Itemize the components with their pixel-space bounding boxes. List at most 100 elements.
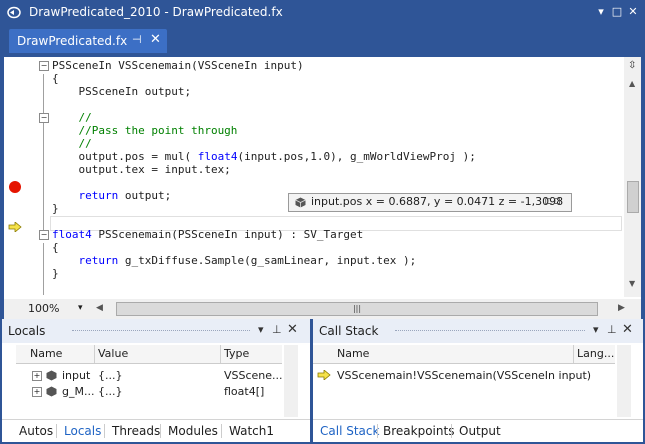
column-name[interactable]: Name xyxy=(337,347,369,360)
current-frame-arrow-icon xyxy=(317,370,331,380)
pin-icon[interactable]: ⊥ xyxy=(607,323,617,336)
drag-grip[interactable] xyxy=(395,330,585,331)
tab-divider xyxy=(377,424,378,438)
tab-threads[interactable]: Threads xyxy=(112,424,160,438)
indicator-margin[interactable] xyxy=(4,57,28,297)
tab-divider xyxy=(104,424,105,438)
local-type: float4[] xyxy=(224,385,265,398)
scroll-up-icon[interactable]: ▲ xyxy=(629,79,635,88)
tab-breakpoints[interactable]: Breakpoints xyxy=(383,424,454,438)
code-line: //Pass the point through xyxy=(52,124,238,137)
callstack-pane: Call Stack ▾ ⊥ ✕ Name Lang... VSScenemai… xyxy=(313,319,643,442)
close-icon[interactable]: ✕ xyxy=(622,322,633,337)
locals-column-header: Name Value Type xyxy=(16,345,282,364)
tab-divider xyxy=(160,424,161,438)
close-icon[interactable]: ✕ xyxy=(287,322,298,337)
code-line: float4 PSScenemain(PSSceneIn input) : SV… xyxy=(52,228,364,241)
close-window-button[interactable]: ✕ xyxy=(625,4,641,20)
column-divider[interactable] xyxy=(94,345,95,363)
code-line: return output; xyxy=(78,189,172,202)
callstack-tabstrip: Call Stack Breakpoints Output xyxy=(313,419,643,442)
document-well: DrawPredicated.fx ⊣ ✕ − − − PSSceneIn VS… xyxy=(1,25,644,319)
breakpoint-icon[interactable] xyxy=(9,181,21,193)
callstack-title: Call Stack xyxy=(319,324,379,338)
code-line: } xyxy=(52,202,59,215)
pin-icon[interactable]: ⊥ xyxy=(272,323,282,336)
chevron-down-icon[interactable]: ▾ xyxy=(78,303,83,313)
code-line: // xyxy=(52,111,92,124)
vertical-scrollbar[interactable] xyxy=(284,345,298,417)
expand-icon[interactable]: + xyxy=(32,371,42,381)
local-value: {...} xyxy=(98,369,123,382)
window-menu-button[interactable]: ▾ xyxy=(593,4,609,20)
chevron-down-icon[interactable]: ▾ xyxy=(258,323,264,336)
tab-autos[interactable]: Autos xyxy=(19,424,53,438)
editor-footer: 100% ▾ ◀ ||| ▶ xyxy=(4,299,641,319)
vertical-scrollbar[interactable]: ⇳ ▲ ▼ xyxy=(624,57,641,297)
local-name: g_M... xyxy=(62,385,95,398)
code-line: PSSceneIn output; xyxy=(52,85,192,98)
datatip-text: input.pos x = 0.6887, y = 0.0471 z = -1,… xyxy=(311,195,564,208)
code-editor[interactable]: − − − PSSceneIn VSScenemain(VSSceneIn in… xyxy=(4,57,641,319)
scroll-left-icon[interactable]: ◀ xyxy=(96,303,103,313)
window-title: DrawPredicated_2010 - DrawPredicated.fx xyxy=(29,5,283,19)
horizontal-scroll-thumb[interactable]: ||| xyxy=(116,302,598,316)
column-name[interactable]: Name xyxy=(30,347,62,360)
close-icon[interactable]: ✕ xyxy=(150,32,161,47)
locals-pane: Locals ▾ ⊥ ✕ Name Value Type + input {..… xyxy=(2,319,310,442)
expand-icon[interactable]: + xyxy=(32,387,42,397)
fold-guide xyxy=(43,243,44,295)
tab-watch1[interactable]: Watch1 xyxy=(229,424,274,438)
pin-icon[interactable]: ⊣ xyxy=(132,33,142,46)
table-row[interactable]: VSScenemain!VSScenemain(VSSceneIn input) xyxy=(313,369,615,384)
vs-icon xyxy=(7,6,21,19)
document-tab-label: DrawPredicated.fx xyxy=(17,34,128,48)
chevron-down-icon[interactable]: ▾ xyxy=(593,323,599,336)
locals-tabstrip: Autos Locals Threads Modules Watch1 xyxy=(2,419,310,442)
collapse-icon[interactable]: − xyxy=(39,61,49,71)
column-language[interactable]: Lang... xyxy=(577,347,614,360)
split-icon[interactable]: ⇳ xyxy=(628,60,636,71)
column-value[interactable]: Value xyxy=(98,347,128,360)
current-statement-arrow-icon xyxy=(8,222,22,232)
tab-locals[interactable]: Locals xyxy=(64,424,101,438)
scroll-right-icon[interactable]: ▶ xyxy=(618,303,625,313)
locals-header: Locals ▾ ⊥ ✕ xyxy=(2,319,310,343)
tab-call-stack[interactable]: Call Stack xyxy=(320,424,379,438)
table-row[interactable]: + input {...} VSScene... xyxy=(16,369,283,384)
code-line: output.pos = mul( float4(input.pos,1.0),… xyxy=(52,150,476,163)
vertical-scrollbar[interactable] xyxy=(617,345,631,417)
column-type[interactable]: Type xyxy=(224,347,249,360)
object-cube-icon xyxy=(46,386,57,397)
scroll-thumb[interactable] xyxy=(627,181,639,213)
zoom-level[interactable]: 100% xyxy=(28,302,59,315)
collapse-icon[interactable]: − xyxy=(39,230,49,240)
code-line: PSSceneIn VSScenemain(VSSceneIn input) xyxy=(52,59,304,72)
local-name: input xyxy=(62,369,91,382)
local-value: {...} xyxy=(98,385,123,398)
frame-name: VSScenemain!VSScenemain(VSSceneIn input) xyxy=(337,369,592,382)
ide-window: DrawPredicated_2010 - DrawPredicated.fx … xyxy=(0,0,645,444)
callstack-header: Call Stack ▾ ⊥ ✕ xyxy=(313,319,643,343)
maximize-button[interactable]: □ xyxy=(609,4,625,20)
tab-modules[interactable]: Modules xyxy=(168,424,218,438)
scroll-down-icon[interactable]: ▼ xyxy=(629,279,635,288)
code-line: output.tex = input.tex; xyxy=(52,163,231,176)
code-line: { xyxy=(52,72,59,85)
column-divider[interactable] xyxy=(573,345,574,363)
column-divider[interactable] xyxy=(220,345,221,363)
collapse-icon[interactable]: − xyxy=(39,113,49,123)
tab-divider xyxy=(221,424,222,438)
tab-output[interactable]: Output xyxy=(459,424,501,438)
pin-datatip-icon[interactable]: ⊏⊐ xyxy=(544,196,561,207)
drag-grip[interactable] xyxy=(72,330,250,331)
local-type: VSScene... xyxy=(224,369,283,382)
datatip-popup[interactable]: input.pos x = 0.6887, y = 0.0471 z = -1,… xyxy=(288,193,572,212)
code-line: return g_txDiffuse.Sample(g_samLinear, i… xyxy=(78,254,417,267)
document-tab[interactable]: DrawPredicated.fx ⊣ ✕ xyxy=(9,29,167,53)
code-line: } xyxy=(52,267,59,280)
tab-divider xyxy=(56,424,57,438)
table-row[interactable]: + g_M... {...} float4[] xyxy=(16,385,282,400)
tab-divider xyxy=(451,424,452,438)
code-area[interactable]: − − − PSSceneIn VSScenemain(VSSceneIn in… xyxy=(30,57,622,297)
